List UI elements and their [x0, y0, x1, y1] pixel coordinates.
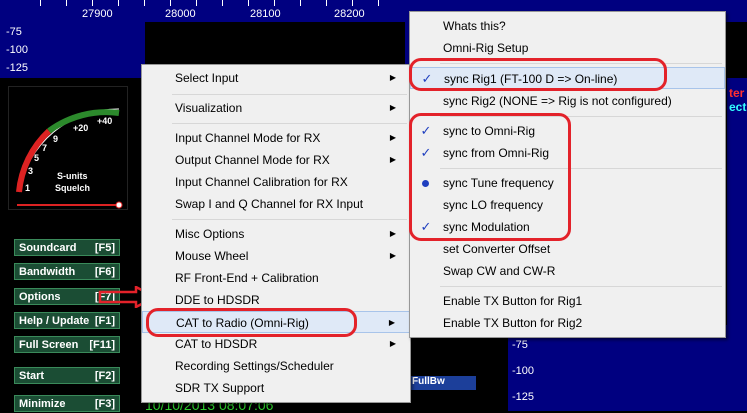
highlight-oval	[409, 113, 571, 241]
fullbw-button[interactable]: FullBw	[410, 376, 476, 390]
spectrum-indicator: ectr	[729, 100, 747, 114]
db-label: -75	[6, 26, 22, 38]
button-label: Help / Update	[19, 314, 90, 327]
full-screen-button[interactable]: Full Screen [F11]	[14, 336, 120, 353]
db-label: -125	[6, 62, 29, 74]
submenu-arrow-icon: ▶	[389, 339, 396, 348]
button-label: Soundcard	[19, 241, 77, 254]
db-scale: -75 -100 -125	[0, 22, 145, 78]
menu-item-select-input[interactable]: Select Input ▶	[142, 67, 410, 89]
db-label: -75	[512, 339, 528, 351]
button-key: [F3]	[94, 397, 115, 410]
db-label: -100	[512, 365, 535, 377]
s-meter-label: 1	[25, 183, 30, 193]
mode-indicator: ter	[729, 86, 745, 100]
menu-item-swap-iq[interactable]: Swap I and Q Channel for RX Input	[142, 193, 410, 215]
button-key: [F1]	[94, 314, 115, 327]
submenu-arrow-icon: ▶	[389, 133, 396, 142]
menu-item-sdr-tx-support[interactable]: SDR TX Support	[142, 377, 410, 399]
menu-item-swap-cw[interactable]: Swap CW and CW-R	[410, 260, 725, 282]
freq-label: 28000	[165, 8, 196, 20]
start-button[interactable]: Start [F2]	[14, 367, 120, 384]
menu-item-sync-rig2[interactable]: sync Rig2 (NONE => Rig is not configured…	[410, 90, 725, 112]
freq-label: 28100	[250, 8, 281, 20]
menu-item-output-channel-mode[interactable]: Output Channel Mode for RX ▶	[142, 149, 410, 171]
s-meter-label: +20	[73, 123, 88, 133]
s-meter-label: +40	[97, 116, 112, 126]
menu-item-enable-tx-rig1[interactable]: Enable TX Button for Rig1	[410, 290, 725, 312]
bandwidth-button[interactable]: Bandwidth [F6]	[14, 263, 120, 280]
submenu-arrow-icon: ▶	[388, 318, 395, 327]
soundcard-button[interactable]: Soundcard [F5]	[14, 239, 120, 256]
button-key: [F5]	[94, 241, 115, 254]
submenu-arrow-icon: ▶	[389, 73, 396, 82]
submenu-arrow-icon: ▶	[389, 103, 396, 112]
button-key: [F2]	[94, 369, 115, 382]
menu-item-input-channel-calibration[interactable]: Input Channel Calibration for RX	[142, 171, 410, 193]
s-meter-caption: S-units	[57, 171, 88, 181]
s-meter-caption: Squelch	[55, 183, 90, 193]
menu-item-enable-tx-rig2[interactable]: Enable TX Button for Rig2	[410, 312, 725, 334]
button-key: [F11]	[89, 338, 115, 351]
minimize-button[interactable]: Minimize [F3]	[14, 395, 120, 412]
s-meter-gauge: +40 +20 9 7 5 3 1 S-units Squelch	[16, 108, 123, 209]
menu-item-misc-options[interactable]: Misc Options ▶	[142, 223, 410, 245]
menu-item-rf-front-end[interactable]: RF Front-End + Calibration	[142, 267, 410, 289]
button-label: Bandwidth	[19, 265, 76, 278]
submenu-arrow-icon: ▶	[389, 251, 396, 260]
s-meter: +40 +20 9 7 5 3 1 S-units Squelch	[8, 86, 128, 210]
button-label: Full Screen	[19, 338, 79, 351]
s-meter-label: 5	[34, 153, 39, 163]
menu-item-omni-rig-setup[interactable]: Omni-Rig Setup	[410, 37, 725, 59]
button-key: [F6]	[94, 265, 115, 278]
button-label: Start	[19, 369, 45, 382]
menu-item-input-channel-mode[interactable]: Input Channel Mode for RX ▶	[142, 127, 410, 149]
options-menu: Select Input ▶ Visualization ▶ Input Chann…	[141, 64, 411, 403]
waterfall-area[interactable]	[727, 78, 747, 411]
submenu-arrow-icon: ▶	[389, 229, 396, 238]
s-meter-label: 3	[28, 166, 33, 176]
menu-item-whats-this[interactable]: Whats this?	[410, 15, 725, 37]
menu-item-set-converter-offset[interactable]: set Converter Offset	[410, 238, 725, 260]
help-update-button[interactable]: Help / Update [F1]	[14, 312, 120, 329]
highlight-oval	[409, 58, 667, 91]
freq-label: 28200	[334, 8, 365, 20]
db-label: -125	[512, 391, 535, 403]
freq-label: 27900	[82, 8, 113, 20]
submenu-arrow-icon: ▶	[389, 155, 396, 164]
s-meter-label: 9	[53, 134, 58, 144]
menu-item-recording-settings[interactable]: Recording Settings/Scheduler	[142, 355, 410, 377]
menu-item-visualization[interactable]: Visualization ▶	[142, 97, 410, 119]
menu-item-mouse-wheel[interactable]: Mouse Wheel ▶	[142, 245, 410, 267]
db-label: -100	[6, 44, 29, 56]
highlight-oval	[146, 308, 357, 337]
button-label: Minimize	[19, 397, 66, 410]
button-label: Options	[19, 290, 61, 303]
s-meter-label: 7	[42, 143, 47, 153]
